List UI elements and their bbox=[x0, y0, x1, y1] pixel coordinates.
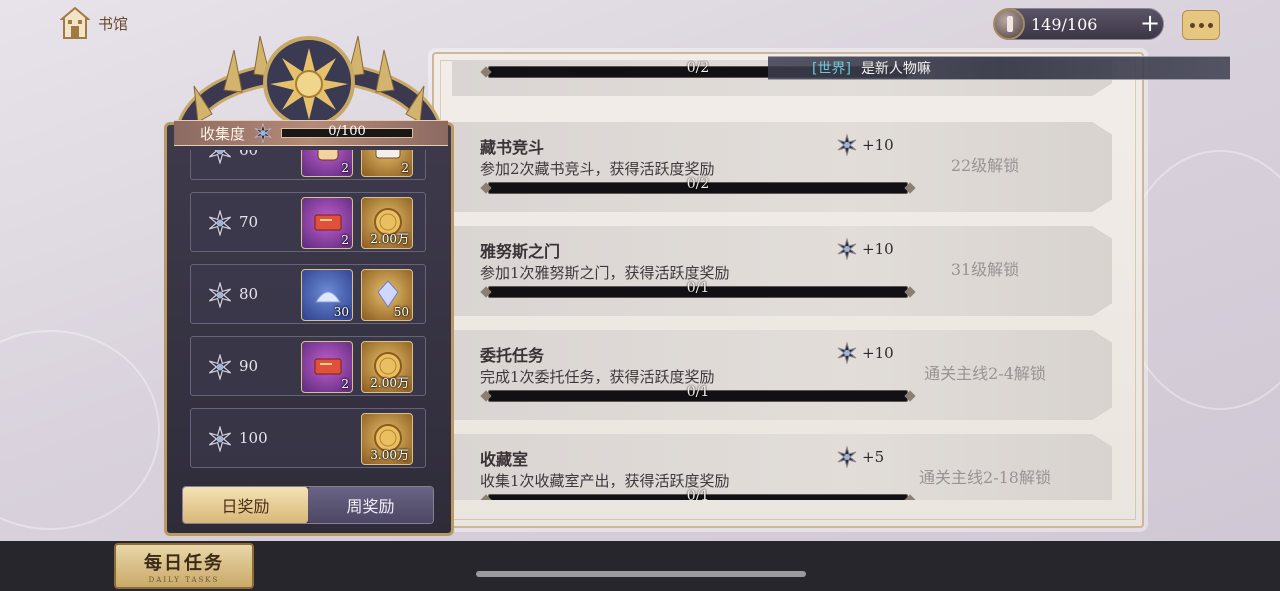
task-title: 雅努斯之门 bbox=[480, 242, 561, 261]
reward-item[interactable]: 2.00万 bbox=[361, 197, 413, 249]
reward-tier: 80 30 50 bbox=[190, 264, 426, 324]
activity-points-icon bbox=[208, 354, 232, 380]
task-progress-text: 0/2 bbox=[686, 176, 710, 192]
tier-points: 70 bbox=[239, 213, 259, 231]
task-unlock-requirement: 通关主线2-4解锁 bbox=[924, 364, 1046, 383]
task-description: 完成1次委托任务，获得活跃度奖励 bbox=[480, 368, 715, 386]
daily-tasks-sublabel: DAILY TASKS bbox=[148, 575, 220, 584]
reward-tier: 100 3.00万 bbox=[190, 408, 426, 468]
reward-tier: 70 2 2.00万 bbox=[190, 192, 426, 252]
task-progress-text: 0/1 bbox=[686, 384, 710, 400]
activity-points-icon bbox=[837, 238, 857, 260]
tier-points: 60 bbox=[239, 150, 259, 159]
reward-tab-switch: 日奖励 周奖励 bbox=[182, 486, 434, 524]
task-row: 委托任务 完成1次委托任务，获得活跃度奖励 +10 通关主线2-4解锁 0/1 bbox=[452, 330, 1112, 420]
collection-progress: 收集度 0/100 bbox=[174, 120, 448, 146]
reward-item[interactable]: 2 bbox=[301, 341, 353, 393]
collection-label: 收集度 bbox=[200, 124, 246, 143]
reward-item[interactable]: 50 bbox=[361, 269, 413, 321]
daily-tasks-label: 每日任务 bbox=[144, 552, 224, 574]
task-progress-text: 0/1 bbox=[686, 280, 710, 296]
tier-points: 100 bbox=[239, 429, 268, 447]
chat-button[interactable] bbox=[1182, 10, 1220, 40]
task-title: 藏书竞斗 bbox=[480, 138, 545, 157]
dot-icon bbox=[1207, 22, 1213, 28]
reward-tier: 60 2 2 bbox=[190, 150, 426, 180]
reward-quantity: 2 bbox=[341, 233, 349, 247]
reward-tier: 90 2 2.00万 bbox=[190, 336, 426, 396]
home-button[interactable]: 书馆 bbox=[60, 6, 128, 40]
task-unlock-requirement: 31级解锁 bbox=[950, 260, 1020, 279]
task-reward-value: +10 bbox=[862, 136, 894, 154]
task-row: 藏书竞斗 参加2次藏书竞斗，获得活跃度奖励 +10 22级解锁 0/2 bbox=[452, 122, 1112, 212]
reward-quantity: 2 bbox=[341, 161, 349, 175]
dot-icon bbox=[1198, 22, 1204, 28]
task-list[interactable]: 0/2 藏书竞斗 参加2次藏书竞斗，获得活跃度奖励 +10 22级解锁 0/2 … bbox=[452, 60, 1112, 500]
activity-points-icon bbox=[208, 150, 232, 164]
tab-weekly-rewards[interactable]: 周奖励 bbox=[308, 487, 433, 523]
task-reward-value: +5 bbox=[862, 448, 885, 466]
tier-points: 90 bbox=[239, 357, 259, 375]
daily-tasks-tab[interactable]: 每日任务 DAILY TASKS bbox=[114, 543, 254, 589]
task-unlock-requirement: 22级解锁 bbox=[950, 156, 1020, 175]
collection-panel: 收集度 0/100 60 2 2 70 2 2.00万 80 30 50 90 … bbox=[164, 30, 454, 536]
background-ornament bbox=[0, 330, 160, 530]
chat-channel-tag: [世界] bbox=[812, 61, 851, 77]
collection-progress-text: 0/100 bbox=[328, 124, 366, 139]
task-title: 收藏室 bbox=[480, 450, 529, 469]
task-description: 参加2次藏书竞斗，获得活跃度奖励 bbox=[480, 160, 715, 178]
home-label: 书馆 bbox=[98, 14, 129, 33]
task-title: 委托任务 bbox=[480, 346, 545, 365]
reward-item[interactable]: 30 bbox=[301, 269, 353, 321]
reward-item[interactable]: 2 bbox=[301, 150, 353, 177]
house-icon bbox=[60, 6, 90, 39]
dice-icon bbox=[317, 150, 339, 161]
activity-points-icon bbox=[837, 342, 857, 364]
candle-currency-icon bbox=[993, 8, 1025, 40]
reward-tier-list[interactable]: 60 2 2 70 2 2.00万 80 30 50 90 2 2.00万 10… bbox=[186, 150, 432, 498]
task-progress-text: 0/2 bbox=[686, 60, 710, 76]
reward-quantity: 50 bbox=[393, 305, 409, 319]
task-reward: +10 bbox=[836, 134, 894, 156]
reward-quantity: 2 bbox=[341, 377, 349, 391]
reward-quantity: 2.00万 bbox=[370, 232, 409, 246]
activity-points-icon bbox=[208, 282, 232, 308]
tab-daily-rewards[interactable]: 日奖励 bbox=[183, 487, 308, 523]
currency-value: 149/106 bbox=[1031, 14, 1098, 34]
home-indicator[interactable] bbox=[476, 571, 806, 577]
chat-message: 是新人物嘛 bbox=[860, 61, 931, 77]
tier-points: 80 bbox=[239, 285, 259, 303]
task-unlock-requirement: 通关主线2-18解锁 bbox=[919, 468, 1051, 487]
activity-points-icon bbox=[208, 210, 232, 236]
activity-points-icon bbox=[837, 134, 857, 156]
reward-item[interactable]: 3.00万 bbox=[361, 413, 413, 465]
task-progress-text: 0/1 bbox=[686, 488, 710, 500]
world-chat-banner[interactable]: [世界] 是新人物嘛 bbox=[768, 56, 1230, 80]
ticket-icon bbox=[314, 358, 342, 375]
currency-display: 149/106 + bbox=[993, 8, 1164, 40]
task-reward-value: +10 bbox=[862, 344, 894, 362]
activity-points-icon bbox=[208, 426, 232, 452]
reward-item[interactable]: 2.00万 bbox=[361, 341, 413, 393]
reward-quantity: 3.00万 bbox=[370, 448, 409, 462]
reward-quantity: 2 bbox=[401, 161, 409, 175]
task-row: 收藏室 收集1次收藏室产出，获得活跃度奖励 +5 通关主线2-18解锁 0/1 bbox=[452, 434, 1112, 500]
reward-quantity: 2.00万 bbox=[370, 376, 409, 390]
collection-progress-bar: 0/100 bbox=[281, 124, 414, 139]
task-reward: +10 bbox=[836, 342, 894, 364]
task-row: 雅努斯之门 参加1次雅努斯之门，获得活跃度奖励 +10 31级解锁 0/1 bbox=[452, 226, 1112, 316]
ticket-icon bbox=[314, 214, 342, 231]
task-reward: +10 bbox=[836, 238, 894, 260]
reward-item[interactable]: 2 bbox=[361, 150, 413, 177]
dot-icon bbox=[1189, 22, 1195, 28]
scroll-icon bbox=[375, 150, 401, 159]
task-reward-value: +10 bbox=[862, 240, 894, 258]
background-ornament bbox=[1120, 150, 1280, 410]
add-currency-button[interactable]: + bbox=[1137, 11, 1163, 37]
reward-item[interactable]: 2 bbox=[301, 197, 353, 249]
activity-points-icon bbox=[837, 446, 857, 468]
activity-points-icon bbox=[254, 123, 272, 143]
reward-quantity: 30 bbox=[333, 305, 349, 319]
task-reward: +5 bbox=[836, 446, 884, 468]
